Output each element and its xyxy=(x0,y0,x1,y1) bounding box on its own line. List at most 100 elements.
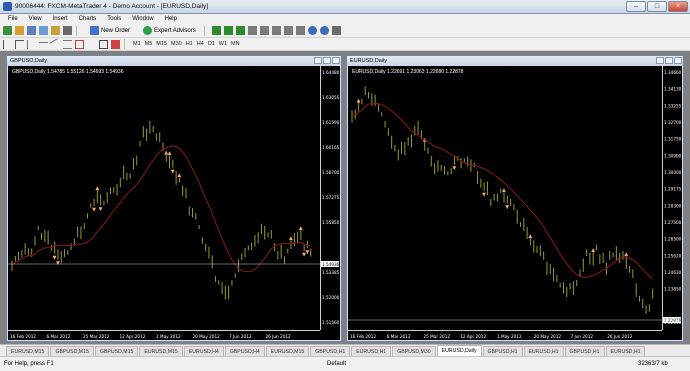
market-watch-icon[interactable] xyxy=(27,26,36,35)
chart-tab[interactable]: GBPUSD,M15 xyxy=(94,346,139,356)
line-chart-icon[interactable] xyxy=(235,26,245,35)
moving-average-line xyxy=(11,145,311,273)
date-label: 20 May 2012 xyxy=(534,334,562,339)
chart-minimize-button[interactable] xyxy=(314,57,322,64)
chart-tab[interactable]: GBPUSD,H4 xyxy=(224,346,265,356)
templates-icon[interactable] xyxy=(331,26,341,35)
fractal-marker: ▲ xyxy=(95,185,99,191)
price-chart[interactable]: EURUSD,Daily 1.22691 1.23063 1.22680 1.2… xyxy=(348,66,682,340)
menu-tools[interactable]: Tools xyxy=(107,16,121,22)
horizontal-line-icon[interactable] xyxy=(39,42,48,51)
autoscroll-icon[interactable] xyxy=(283,26,293,35)
menu-view[interactable]: View xyxy=(29,16,42,22)
menu-window[interactable]: Window xyxy=(132,16,153,22)
chart-tab[interactable]: EURUSD,H1 xyxy=(605,346,646,356)
chart-window-gbpusd[interactable]: GBPUSD,Daily GBPUSD,Daily 1.54785 1.5512… xyxy=(6,55,342,342)
status-traffic: 32363/7 kb xyxy=(638,361,668,367)
fractal-marker: ▼ xyxy=(505,204,509,210)
menu-file[interactable]: File xyxy=(8,16,18,22)
crosshair-icon[interactable] xyxy=(15,39,24,49)
new-chart-icon[interactable] xyxy=(3,26,12,35)
chart-window-controls xyxy=(314,57,340,64)
menu-insert[interactable]: Insert xyxy=(53,16,68,22)
timeframe-w1[interactable]: W1 xyxy=(219,41,227,47)
minimize-button[interactable]: ‒ xyxy=(626,1,646,12)
date-label: 6 Mar 2012 xyxy=(47,334,71,339)
tile-windows-icon[interactable] xyxy=(271,26,281,35)
chart-tab[interactable]: EURUSD,H1 xyxy=(523,346,564,356)
terminal-icon[interactable] xyxy=(63,26,72,35)
date-label: 1 May 2012 xyxy=(497,334,522,339)
timeframe-m15[interactable]: M15 xyxy=(156,41,167,47)
price-label: 1.52000 xyxy=(322,295,340,300)
date-label: 26 Jun 2012 xyxy=(607,334,633,339)
chart-tab[interactable]: EURUSD,M15 xyxy=(6,346,50,356)
price-axis-line xyxy=(662,66,663,330)
chart-tab[interactable]: GBPUSD,M15 xyxy=(50,346,94,356)
price-chart[interactable]: GBPUSD,Daily 1.54785 1.55126 1.54693 1.5… xyxy=(8,66,340,340)
timeframe-h4[interactable]: H4 xyxy=(197,41,204,47)
price-label: 1.23850 xyxy=(664,287,682,292)
maximize-button[interactable]: □ xyxy=(647,1,667,12)
chart-close-button[interactable] xyxy=(674,57,682,64)
price-label: 1.55850 xyxy=(322,220,340,225)
vertical-line-icon[interactable] xyxy=(27,39,36,49)
timeframe-d1[interactable]: D1 xyxy=(208,41,215,47)
candlestick-icon[interactable] xyxy=(223,26,233,35)
chart-minimize-button[interactable] xyxy=(656,57,664,64)
new-order-icon xyxy=(90,26,99,35)
price-label: 1.30900 xyxy=(664,153,682,158)
chart-window-title: EURUSD,Daily xyxy=(347,56,683,66)
text-icon[interactable] xyxy=(87,40,96,49)
chart-shift-icon[interactable] xyxy=(295,26,305,35)
price-label: 1.27500 xyxy=(664,220,682,225)
chart-maximize-button[interactable] xyxy=(665,57,673,64)
cursor-icon[interactable] xyxy=(3,39,12,49)
chart-close-button[interactable] xyxy=(332,57,340,64)
chart-tab[interactable]: GBPUSD,H1 xyxy=(564,346,605,356)
status-profile: Default xyxy=(327,361,347,367)
indicators-icon[interactable] xyxy=(307,26,317,35)
periods-icon[interactable] xyxy=(319,26,329,35)
profiles-icon[interactable] xyxy=(15,26,24,35)
date-label: 7 Jun 2012 xyxy=(229,334,252,339)
navigator-icon[interactable] xyxy=(51,26,60,35)
timeframe-m30[interactable]: M30 xyxy=(171,41,182,47)
chart-maximize-button[interactable] xyxy=(323,57,331,64)
arrow-icon[interactable] xyxy=(111,39,120,49)
chart-tab[interactable]: EURUSD,H4 xyxy=(183,346,224,356)
chart-tab[interactable]: EURUSD,H1 xyxy=(351,346,392,356)
timeframe-m5[interactable]: M5 xyxy=(145,41,153,47)
chart-tab[interactable]: GBPUSD,M30 xyxy=(392,346,436,356)
menu-charts[interactable]: Charts xyxy=(79,16,97,22)
zoom-in-icon[interactable] xyxy=(247,26,257,35)
chart-tab[interactable]: GBPUSD,H1 xyxy=(482,346,523,356)
title-bar: 90006444: FXCM-MetaTrader 4 - Demo Accou… xyxy=(0,0,690,14)
time-axis-line xyxy=(348,330,662,331)
fractal-marker: ▲ xyxy=(591,248,595,254)
trendline-icon[interactable] xyxy=(49,37,62,51)
data-window-icon[interactable] xyxy=(39,26,48,35)
chart-tab[interactable]: GBPUSD,H1 xyxy=(310,346,351,356)
menu-help[interactable]: Help xyxy=(165,16,177,22)
price-label: 1.28300 xyxy=(664,203,682,208)
new-order-button[interactable]: New Order xyxy=(86,25,134,36)
timeframe-mn[interactable]: MN xyxy=(231,41,240,47)
chart-window-eurusd[interactable]: EURUSD,Daily EURUSD,Daily 1.22691 1.2306… xyxy=(346,55,684,342)
separator xyxy=(76,25,77,36)
bar-chart-icon[interactable] xyxy=(211,26,221,35)
channel-icon[interactable] xyxy=(63,39,72,49)
timeframe-h1[interactable]: H1 xyxy=(186,41,193,47)
expert-advisors-button[interactable]: Expert Advisors xyxy=(139,25,200,36)
label-icon[interactable] xyxy=(99,39,108,49)
timeframe-m1[interactable]: M1 xyxy=(133,41,141,47)
new-order-label: New Order xyxy=(101,27,131,34)
expert-advisors-label: Expert Advisors xyxy=(154,27,196,34)
chart-tab[interactable]: EURUSD,M15 xyxy=(139,346,183,356)
price-label: 1.53385 xyxy=(322,270,340,275)
chart-tab[interactable]: EURUSD,M15 xyxy=(265,346,310,356)
chart-tab[interactable]: EURUSD,Daily xyxy=(436,345,482,356)
close-button[interactable]: × xyxy=(668,1,688,12)
zoom-out-icon[interactable] xyxy=(259,26,269,35)
fibonacci-icon[interactable] xyxy=(75,39,84,49)
